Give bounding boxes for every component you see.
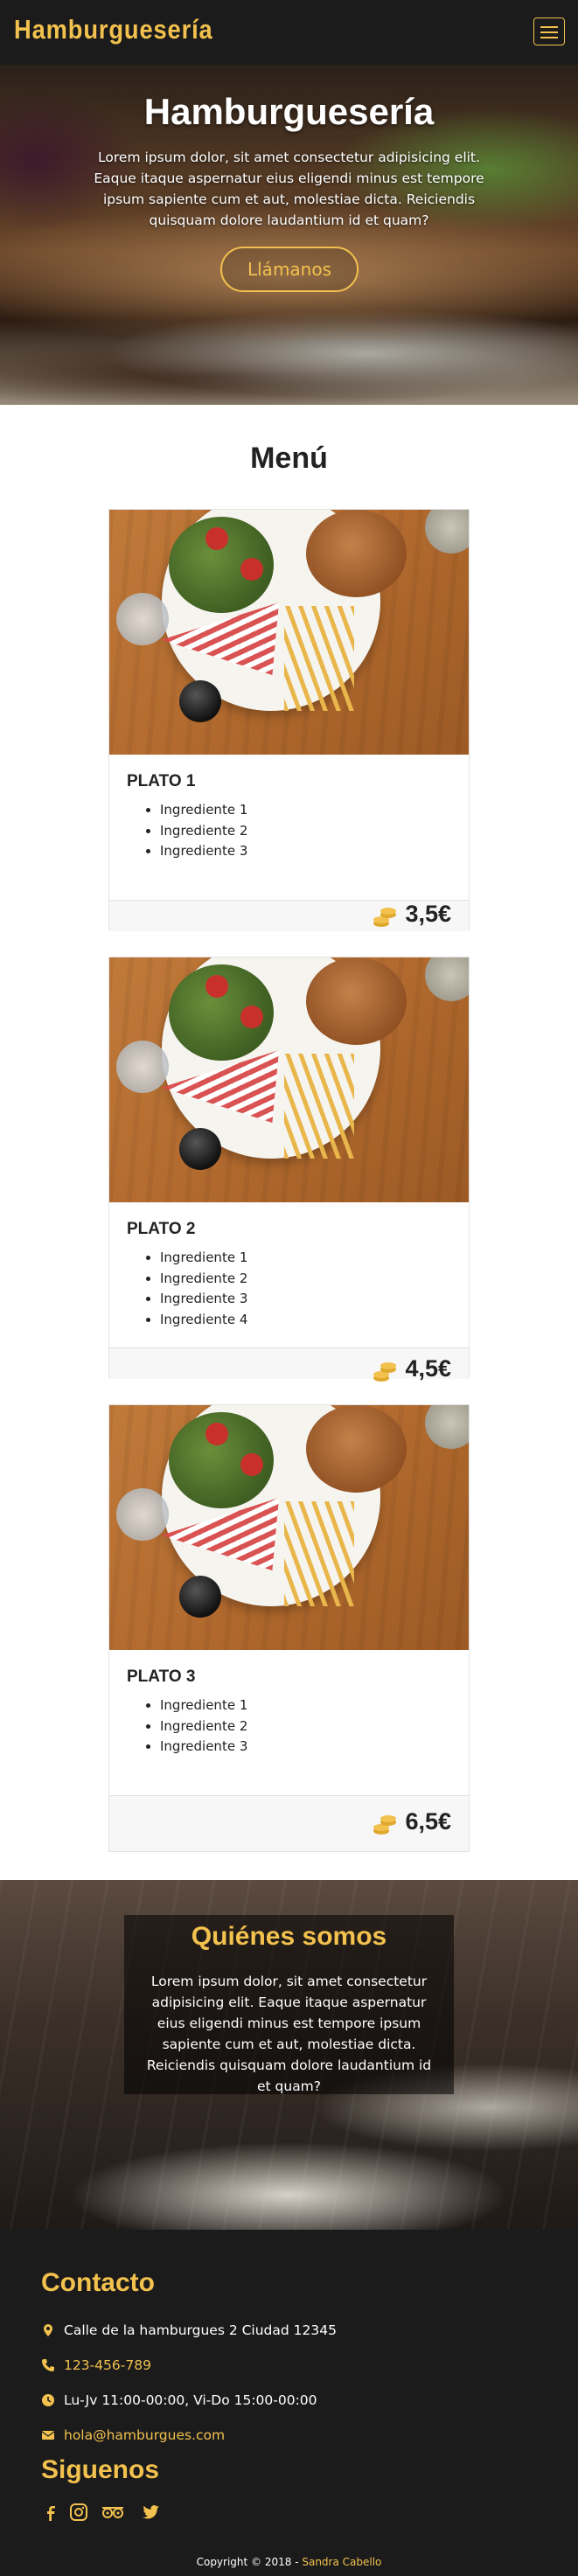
- ingredient: Ingrediente 1: [160, 1248, 247, 1269]
- ingredient: Ingrediente 3: [160, 1737, 247, 1758]
- tripadvisor-icon[interactable]: [101, 2503, 125, 2522]
- address-text: Calle de la hamburgues 2 Ciudad 12345: [64, 2322, 337, 2338]
- phone-link[interactable]: 123-456-789: [64, 2356, 151, 2375]
- menu-card: PLATO 1 Ingrediente 1 Ingrediente 2 Ingr…: [108, 509, 470, 931]
- email-link[interactable]: hola@hamburgues.com: [64, 2426, 225, 2445]
- call-button[interactable]: Llámanos: [220, 247, 359, 292]
- dish-name: PLATO 2: [127, 1220, 196, 1238]
- menu-card: PLATO 2 Ingrediente 1 Ingrediente 2 Ingr…: [108, 957, 470, 1382]
- dish-image: [109, 510, 469, 755]
- hero-section: Hamburguesería Lorem ipsum dolor, sit am…: [0, 65, 578, 405]
- ingredient: Ingrediente 1: [160, 800, 247, 821]
- about-section: Quiénes somos Lorem ipsum dolor, sit ame…: [0, 1880, 578, 2230]
- contact-title: Contacto: [41, 2268, 155, 2297]
- dish-price: 3,5€: [405, 901, 451, 927]
- copyright: Copyright © 2018 - Sandra Cabello: [0, 2556, 578, 2568]
- map-marker-icon: [44, 2324, 52, 2336]
- ingredient: Ingrediente 2: [160, 1716, 247, 1737]
- card-footer: 4,5€: [109, 1347, 469, 1382]
- brand-logo[interactable]: Hamburguesería: [14, 14, 213, 45]
- dish-name: PLATO 1: [127, 772, 196, 790]
- ingredient: Ingrediente 1: [160, 1695, 247, 1716]
- ingredient-list: Ingrediente 1 Ingrediente 2 Ingrediente …: [144, 1695, 247, 1758]
- coins-icon: [373, 908, 396, 927]
- twitter-icon[interactable]: [141, 2503, 160, 2522]
- phone-icon: [42, 2359, 54, 2371]
- ingredient: Ingrediente 4: [160, 1310, 247, 1331]
- menu-title: Menú: [250, 442, 328, 475]
- card-footer: 3,5€: [109, 900, 469, 931]
- facebook-icon[interactable]: [41, 2503, 60, 2522]
- dish-price: 6,5€: [405, 1808, 451, 1835]
- hamburger-menu-icon[interactable]: [533, 17, 565, 45]
- ingredient: Ingrediente 2: [160, 821, 247, 842]
- ingredient-list: Ingrediente 1 Ingrediente 2 Ingrediente …: [144, 800, 247, 862]
- clock-icon: [42, 2394, 54, 2406]
- instagram-icon[interactable]: [69, 2503, 88, 2522]
- dish-price: 4,5€: [405, 1355, 451, 1382]
- ingredient: Ingrediente 2: [160, 1269, 247, 1290]
- about-box: Quiénes somos Lorem ipsum dolor, sit ame…: [124, 1915, 454, 2094]
- dish-image: [109, 1405, 469, 1650]
- card-footer: 6,5€: [109, 1795, 469, 1851]
- menu-card: PLATO 3 Ingrediente 1 Ingrediente 2 Ingr…: [108, 1404, 470, 1852]
- ingredient: Ingrediente 3: [160, 841, 247, 862]
- social-title: Siguenos: [41, 2455, 160, 2484]
- coins-icon: [373, 1362, 396, 1382]
- coins-icon: [373, 1815, 396, 1835]
- ingredient: Ingrediente 3: [160, 1289, 247, 1310]
- hero-text: Lorem ipsum dolor, sit amet consectetur …: [94, 150, 484, 228]
- ingredient-list: Ingrediente 1 Ingrediente 2 Ingrediente …: [144, 1248, 247, 1330]
- copyright-text: Copyright © 2018 -: [196, 2556, 303, 2568]
- dish-image: [109, 957, 469, 1202]
- about-text: Lorem ipsum dolor, sit amet consectetur …: [146, 1974, 432, 2094]
- dish-name: PLATO 3: [127, 1667, 196, 1686]
- author-link[interactable]: Sandra Cabello: [302, 2556, 381, 2568]
- envelope-icon: [41, 2431, 55, 2440]
- hours-text: Lu-Jv 11:00-00:00, Vi-Do 15:00-00:00: [64, 2392, 317, 2408]
- about-title: Quiénes somos: [191, 1922, 387, 1951]
- navbar: Hamburguesería: [0, 0, 578, 65]
- hero-title: Hamburguesería: [143, 91, 435, 132]
